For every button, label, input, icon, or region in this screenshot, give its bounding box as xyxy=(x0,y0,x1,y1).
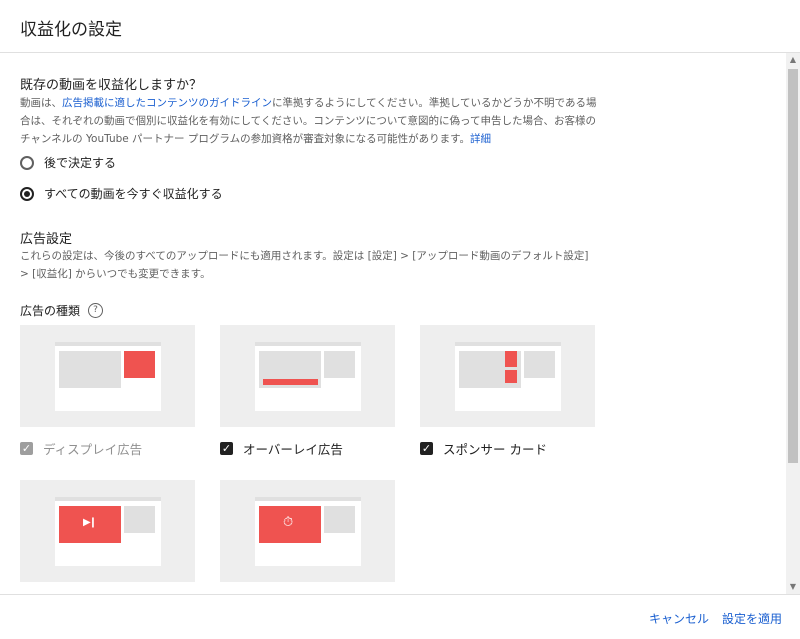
video-page-mock xyxy=(255,342,361,411)
overlay-ads-checkbox-row[interactable]: ✓ オーバーレイ広告 xyxy=(220,439,343,458)
video-page-mock xyxy=(55,342,161,411)
mock-header-bar xyxy=(255,497,361,501)
mock-video-ad: ⏱ xyxy=(259,506,321,543)
mock-sponsor-card xyxy=(505,351,517,367)
radio-label: 後で決定する xyxy=(44,156,117,170)
video-page-mock xyxy=(455,342,561,411)
overlay-ads-preview xyxy=(220,325,395,427)
display-ads-checkbox-row[interactable]: ✓ ディスプレイ広告 xyxy=(20,439,142,458)
mock-side-block xyxy=(324,351,355,378)
mock-header-bar xyxy=(455,342,561,346)
checkbox-checked[interactable]: ✓ xyxy=(420,442,433,455)
display-ads-preview xyxy=(20,325,195,427)
dialog-title: 収益化の設定 xyxy=(20,20,122,40)
scrollbar-thumb[interactable] xyxy=(788,69,798,463)
scroll-up-icon[interactable]: ▲ xyxy=(786,53,800,67)
mock-video-ad: ▶❙ xyxy=(59,506,121,543)
checkbox-checked-disabled[interactable]: ✓ xyxy=(20,442,33,455)
non-skippable-video-ads-preview: ⏱ xyxy=(220,480,395,582)
monetize-question-title: 既存の動画を収益化しますか？ xyxy=(20,78,203,93)
vertical-scrollbar[interactable]: ▲ ▼ xyxy=(786,53,800,594)
radio-button[interactable] xyxy=(20,155,34,170)
ad-types-label-text: 広告の種類 xyxy=(20,304,81,318)
timer-icon: ⏱ xyxy=(283,515,294,530)
mock-sponsor-card xyxy=(505,370,517,383)
sponsored-cards-checkbox-row[interactable]: ✓ スポンサー カード xyxy=(420,439,547,458)
sponsored-cards-preview xyxy=(420,325,595,427)
mock-side-block xyxy=(524,351,555,378)
ad-guidelines-link[interactable]: 広告掲載に適したコンテンツのガイドライン xyxy=(62,97,272,109)
apply-settings-button[interactable]: 設定を適用 xyxy=(722,610,782,627)
mock-side-block xyxy=(124,506,155,533)
radio-button-selected[interactable] xyxy=(20,186,34,201)
mock-header-bar xyxy=(55,497,161,501)
dialog-content: 既存の動画を収益化しますか？ 動画は、広告掲載に適したコンテンツのガイドラインに… xyxy=(0,53,786,594)
checkbox-checked[interactable]: ✓ xyxy=(220,442,233,455)
checkbox-label: ディスプレイ広告 xyxy=(43,442,143,457)
mock-video-block xyxy=(59,351,121,388)
mock-overlay-ad xyxy=(263,379,318,385)
skip-icon: ▶❙ xyxy=(83,517,97,528)
cancel-button[interactable]: キャンセル xyxy=(649,610,709,627)
video-page-mock: ⏱ xyxy=(255,497,361,566)
learn-more-link[interactable]: 詳細 xyxy=(470,133,491,145)
ad-settings-title: 広告設定 xyxy=(20,232,73,247)
ad-types-label: 広告の種類 ? xyxy=(20,302,104,319)
desc-text-pre: 動画は、 xyxy=(20,97,62,109)
dialog-header: 収益化の設定 xyxy=(0,0,800,53)
radio-decide-later[interactable]: 後で決定する xyxy=(20,154,116,171)
monetize-question-description: 動画は、広告掲載に適したコンテンツのガイドラインに準拠するようにしてください。準… xyxy=(20,94,600,148)
radio-label: すべての動画を今すぐ収益化する xyxy=(44,187,223,201)
checkbox-label: オーバーレイ広告 xyxy=(243,442,343,457)
dialog-footer: キャンセル 設定を適用 xyxy=(0,594,800,639)
mock-display-ad xyxy=(124,351,155,378)
mock-header-bar xyxy=(55,342,161,346)
help-icon[interactable]: ? xyxy=(88,303,104,318)
mock-header-bar xyxy=(255,342,361,346)
radio-monetize-all[interactable]: すべての動画を今すぐ収益化する xyxy=(20,185,223,202)
ad-settings-description: これらの設定は、今後のすべてのアップロードにも適用されます。設定は [設定] >… xyxy=(20,250,589,280)
skippable-video-ads-preview: ▶❙ xyxy=(20,480,195,582)
scroll-down-icon[interactable]: ▼ xyxy=(786,580,800,594)
mock-side-block xyxy=(324,506,355,533)
checkbox-label: スポンサー カード xyxy=(443,442,547,457)
video-page-mock: ▶❙ xyxy=(55,497,161,566)
